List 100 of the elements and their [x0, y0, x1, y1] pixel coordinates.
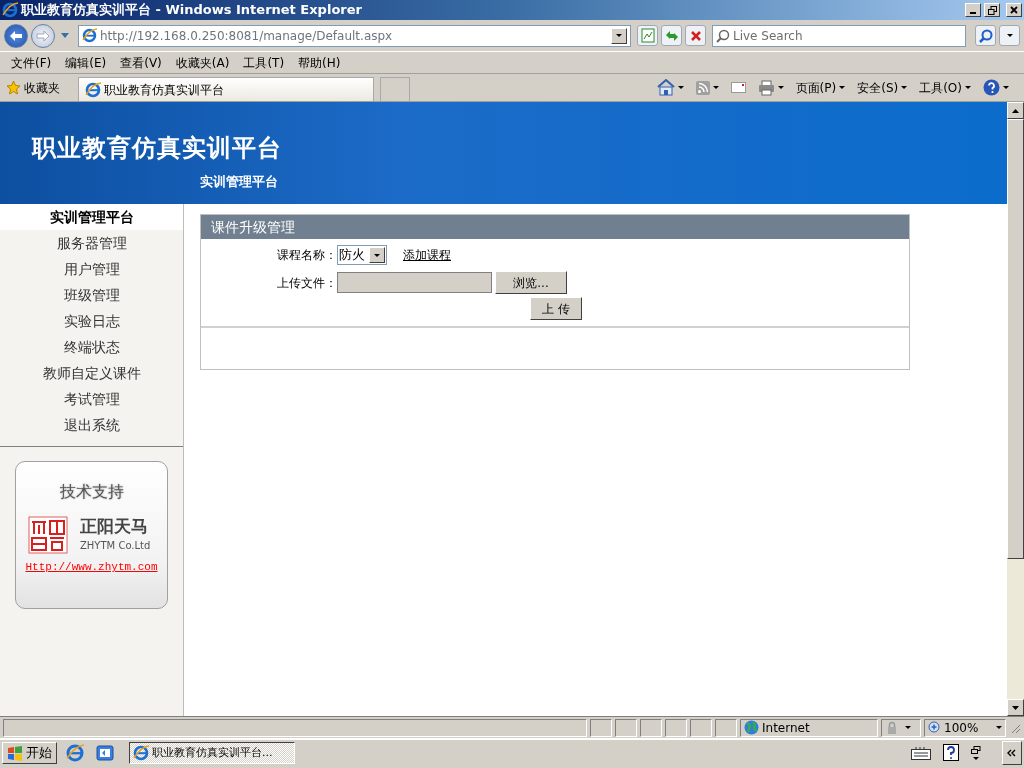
caret-icon — [996, 726, 1002, 729]
caret-icon — [973, 757, 979, 760]
back-button[interactable] — [4, 23, 28, 48]
quick-launch-button[interactable] — [93, 744, 117, 762]
support-title: 技术支持 — [58, 481, 125, 503]
caret-icon — [677, 86, 684, 89]
vertical-scrollbar[interactable] — [1007, 102, 1024, 716]
refresh-button[interactable] — [661, 25, 682, 46]
search-field[interactable]: Live Search — [712, 24, 966, 47]
taskbar-button[interactable]: 职业教育仿真实训平台... — [129, 742, 295, 764]
sidebar-item[interactable]: 服务器管理 — [0, 230, 183, 256]
scroll-down-icon — [1012, 705, 1019, 710]
caret-icon — [1006, 34, 1013, 37]
ie-logo-icon — [82, 28, 97, 43]
stop-icon — [689, 29, 702, 42]
caret-icon — [839, 86, 846, 89]
back-arrow-icon — [9, 29, 23, 42]
address-field[interactable]: http://192.168.0.250:8081/manage/Default.aspx — [78, 24, 631, 47]
help-icon — [943, 744, 959, 762]
forward-arrow-icon — [36, 29, 50, 42]
start-button[interactable]: 开始 — [2, 742, 57, 764]
sidebar-item[interactable]: 实验日志 — [0, 308, 183, 334]
company-english-name: ZHYTM Co.Ltd — [80, 538, 151, 553]
star-icon — [6, 80, 21, 95]
lock-icon — [885, 720, 899, 735]
window-title: 职业教育仿真实训平台 - Windows Internet Explorer — [21, 1, 363, 20]
company-name: 正阳天马 — [80, 517, 149, 535]
status-segment — [640, 718, 662, 737]
upload-button[interactable]: 上 传 — [530, 297, 582, 320]
restore-icon — [987, 5, 997, 15]
help-button[interactable] — [940, 744, 962, 762]
envelope-icon — [730, 82, 746, 93]
scrollbar-thumb[interactable] — [1007, 119, 1024, 559]
caret-icon — [374, 253, 380, 257]
sidebar-item[interactable]: 终端状态 — [0, 334, 183, 360]
desktop-icon — [96, 744, 114, 762]
window-icon — [971, 746, 981, 754]
page-icon — [640, 28, 655, 43]
menu-item[interactable]: 编辑(E) — [58, 53, 114, 72]
banner-subtitle: 实训管理平台 — [200, 173, 279, 191]
scroll-up-icon — [1012, 108, 1019, 113]
sidebar-item[interactable]: 退出系统 — [0, 412, 183, 438]
search-icon — [716, 28, 730, 43]
caret-icon — [901, 86, 908, 89]
close-icon — [1010, 6, 1018, 14]
menu-item[interactable]: 工具(T) — [236, 53, 292, 72]
printer-icon — [757, 79, 775, 96]
zoom-button[interactable]: 100% — [924, 718, 1006, 737]
browser-tab[interactable]: 职业教育仿真实训平台 — [78, 77, 374, 101]
forward-button[interactable] — [31, 23, 55, 48]
search-icon — [978, 28, 993, 43]
close-button[interactable] — [1006, 3, 1022, 17]
history-dropdown[interactable] — [58, 33, 72, 38]
sidebar-item[interactable]: 班级管理 — [0, 282, 183, 308]
ie-logo-icon — [133, 745, 149, 761]
status-segment — [715, 718, 737, 737]
windows-flag-icon — [7, 745, 23, 761]
browse-button[interactable]: 浏览... — [495, 271, 567, 294]
language-bar-button[interactable] — [908, 746, 934, 760]
command-menu-button[interactable]: 页面(P) — [792, 78, 849, 97]
keyboard-icon — [911, 746, 931, 760]
command-menu-button[interactable]: 工具(O) — [916, 78, 974, 97]
url-text: http://192.168.0.250:8081/manage/Default.aspx — [100, 27, 394, 45]
status-segment — [690, 718, 712, 737]
status-segment — [665, 718, 687, 737]
seal-logo-icon — [28, 516, 68, 554]
sidebar-item[interactable]: 教师自定义课件 — [0, 360, 183, 386]
compatibility-button[interactable] — [637, 25, 658, 46]
file-path-field[interactable] — [337, 272, 492, 293]
protected-mode-button[interactable] — [881, 718, 921, 737]
menu-item[interactable]: 文件(F) — [4, 53, 59, 72]
restore-bar-button[interactable] — [968, 746, 984, 760]
restore-button[interactable] — [984, 3, 1000, 17]
field-label: 课程名称： — [276, 247, 337, 264]
search-options-button[interactable] — [999, 25, 1020, 46]
sidebar-item[interactable]: 实训管理平台 — [0, 204, 183, 230]
add-course-link[interactable]: 添加课程 — [403, 246, 451, 264]
menu-item[interactable]: 帮助(H) — [291, 53, 348, 72]
banner-title: 职业教育仿真实训平台 — [32, 133, 283, 164]
menu-item[interactable]: 收藏夹(A) — [168, 53, 237, 72]
stop-button[interactable] — [685, 25, 706, 46]
minimize-button[interactable] — [965, 3, 981, 17]
search-button[interactable] — [975, 25, 996, 46]
favorites-button[interactable]: 收藏夹 — [3, 78, 63, 97]
sidebar-item[interactable]: 考试管理 — [0, 386, 183, 412]
caret-icon — [616, 34, 622, 37]
collapse-button[interactable] — [1002, 741, 1022, 765]
help-icon — [983, 79, 1000, 96]
address-dropdown[interactable] — [611, 27, 627, 44]
website-link[interactable]: Http://www.zhytm.com — [25, 561, 158, 573]
zoom-icon — [928, 721, 941, 734]
status-segment — [590, 718, 612, 737]
menu-item[interactable]: 查看(V) — [113, 53, 169, 72]
status-zone: Internet — [740, 718, 878, 737]
command-menu-button[interactable]: 安全(S) — [854, 78, 911, 97]
ie-logo-icon — [66, 744, 84, 762]
course-select[interactable]: 防火 — [337, 245, 387, 265]
feed-icon — [695, 80, 710, 95]
caret-icon — [712, 86, 719, 89]
sidebar-item[interactable]: 用户管理 — [0, 256, 183, 282]
